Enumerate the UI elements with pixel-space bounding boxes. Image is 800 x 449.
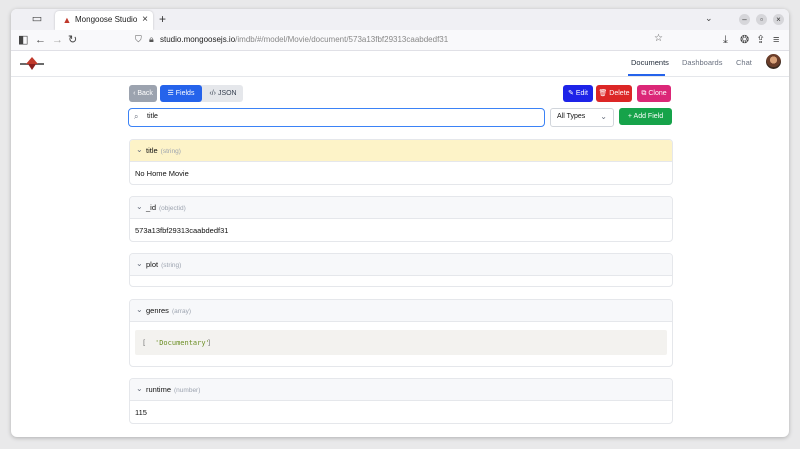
field-type: (number) <box>174 387 201 394</box>
field-header[interactable]: ⌄ title (string) <box>130 140 672 162</box>
back-button[interactable]: ‹ Back <box>129 85 157 102</box>
search-icon: ⌕ <box>134 112 139 121</box>
app-header: Documents Dashboards Chat <box>11 51 789 77</box>
array-open-bracket: [ <box>142 339 147 347</box>
reload-icon[interactable]: ↻ <box>68 33 77 47</box>
tab-list-icon[interactable]: ▭ <box>30 13 44 25</box>
share-icon[interactable]: ⇪ <box>756 33 765 47</box>
array-close-bracket: ] <box>207 339 212 347</box>
close-icon[interactable]: × <box>142 14 148 25</box>
trash-icon: 🗑︎ <box>598 90 610 97</box>
code-icon: ‹/› <box>209 90 218 97</box>
field-type: (string) <box>160 148 181 155</box>
fields-view-button[interactable]: ☰ Fields <box>160 85 202 102</box>
window-close-icon[interactable]: × <box>773 14 784 25</box>
sidebar-icon[interactable]: ◧ <box>18 33 28 47</box>
tab-title: Mongoose Studio <box>75 15 138 24</box>
field-value <box>130 276 672 286</box>
field-card-plot: ⌄ plot (string) <box>129 253 673 287</box>
tab-bar: ▭ ▲ Mongoose Studio × + ⌄ – ▫ × <box>11 9 789 30</box>
clone-button[interactable]: ⧉ Clone <box>637 85 671 102</box>
chevron-down-icon[interactable]: ⌄ <box>136 202 143 211</box>
field-value: 573a13fbf29313caabdedf31 <box>135 226 229 235</box>
field-type: (array) <box>171 308 192 315</box>
array-code-block: [ 'Documentary' ] <box>135 330 667 355</box>
url-bar[interactable]: ⛉ 🔒︎ studio.mongoosejs.io/imdb/#/model/M… <box>129 32 669 48</box>
field-card-genres: ⌄ genres (array) [ 'Documentary' ] <box>129 299 673 367</box>
browser-window: ▭ ▲ Mongoose Studio × + ⌄ – ▫ × ◧ ← → ↻ … <box>11 9 789 437</box>
array-item: 'Documentary' <box>155 339 210 347</box>
maximize-icon[interactable]: ▫ <box>756 14 767 25</box>
search-value: title <box>147 113 158 120</box>
field-header[interactable]: ⌄ runtime (number) <box>130 379 672 401</box>
field-search-input[interactable]: ⌕ title <box>128 108 545 127</box>
field-card-id: ⌄ _id (objectid) 573a13fbf29313caabdedf31 <box>129 196 673 242</box>
nav-bar: ◧ ← → ↻ ⛉ 🔒︎ studio.mongoosejs.io/imdb/#… <box>11 30 789 51</box>
back-arrow-icon[interactable]: ← <box>35 33 46 47</box>
browser-tab[interactable]: ▲ Mongoose Studio × <box>55 11 153 30</box>
field-name: plot <box>146 260 159 269</box>
nav-documents[interactable]: Documents <box>631 58 669 67</box>
type-filter-select[interactable]: All Types ⌄ <box>550 108 614 127</box>
field-header[interactable]: ⌄ _id (objectid) <box>130 197 672 219</box>
download-icon[interactable]: ⤓ <box>723 33 728 47</box>
field-name: title <box>146 146 158 155</box>
type-filter-value: All Types <box>557 113 586 120</box>
field-header[interactable]: ⌄ plot (string) <box>130 254 672 276</box>
delete-button[interactable]: 🗑︎ Delete <box>596 85 632 102</box>
chevron-down-icon[interactable]: ⌄ <box>705 13 713 24</box>
url-text[interactable]: studio.mongoosejs.io/imdb/#/model/Movie/… <box>160 35 448 44</box>
field-name: genres <box>146 306 169 315</box>
avatar[interactable] <box>766 54 781 69</box>
field-name: _id <box>146 203 157 212</box>
field-name: runtime <box>146 385 172 394</box>
mongoose-logo[interactable] <box>18 55 46 72</box>
chevron-down-icon[interactable]: ⌄ <box>136 145 143 154</box>
menu-icon[interactable]: ≡ <box>773 33 779 47</box>
field-value: [ 'Documentary' ] <box>130 322 672 363</box>
minimize-icon[interactable]: – <box>739 14 750 25</box>
chevron-down-icon: ⌄ <box>600 112 607 121</box>
field-value: 115 <box>135 408 147 417</box>
field-card-title: ⌄ title (string) No Home Movie <box>129 139 673 185</box>
forward-arrow-icon[interactable]: → <box>52 33 63 47</box>
active-nav-underline <box>628 74 665 76</box>
bookmark-star-icon[interactable]: ☆ <box>654 33 663 44</box>
json-view-button[interactable]: ‹/› JSON <box>203 85 243 102</box>
extensions-icon[interactable]: ❂ <box>740 33 749 47</box>
view-toggle: ☰ Fields ‹/› JSON <box>160 85 243 102</box>
lock-icon[interactable]: 🔒︎ <box>149 34 154 45</box>
add-field-button[interactable]: + Add Field <box>619 108 672 125</box>
list-icon: ☰ <box>167 90 176 97</box>
chevron-down-icon[interactable]: ⌄ <box>136 305 143 314</box>
field-type: (objectid) <box>159 205 186 212</box>
shield-icon[interactable]: ⛉ <box>135 34 142 45</box>
chevron-down-icon[interactable]: ⌄ <box>136 384 143 393</box>
edit-icon: ✎ <box>568 90 576 97</box>
field-card-runtime: ⌄ runtime (number) 115 <box>129 378 673 424</box>
mongoose-favicon-icon: ▲ <box>62 15 72 25</box>
nav-chat[interactable]: Chat <box>736 58 752 67</box>
field-header[interactable]: ⌄ genres (array) <box>130 300 672 322</box>
chevron-down-icon[interactable]: ⌄ <box>136 259 143 268</box>
field-value: No Home Movie <box>135 169 189 178</box>
new-tab-icon[interactable]: + <box>159 12 166 26</box>
nav-dashboards[interactable]: Dashboards <box>682 58 722 67</box>
edit-button[interactable]: ✎ Edit <box>563 85 593 102</box>
field-type: (string) <box>161 262 182 269</box>
